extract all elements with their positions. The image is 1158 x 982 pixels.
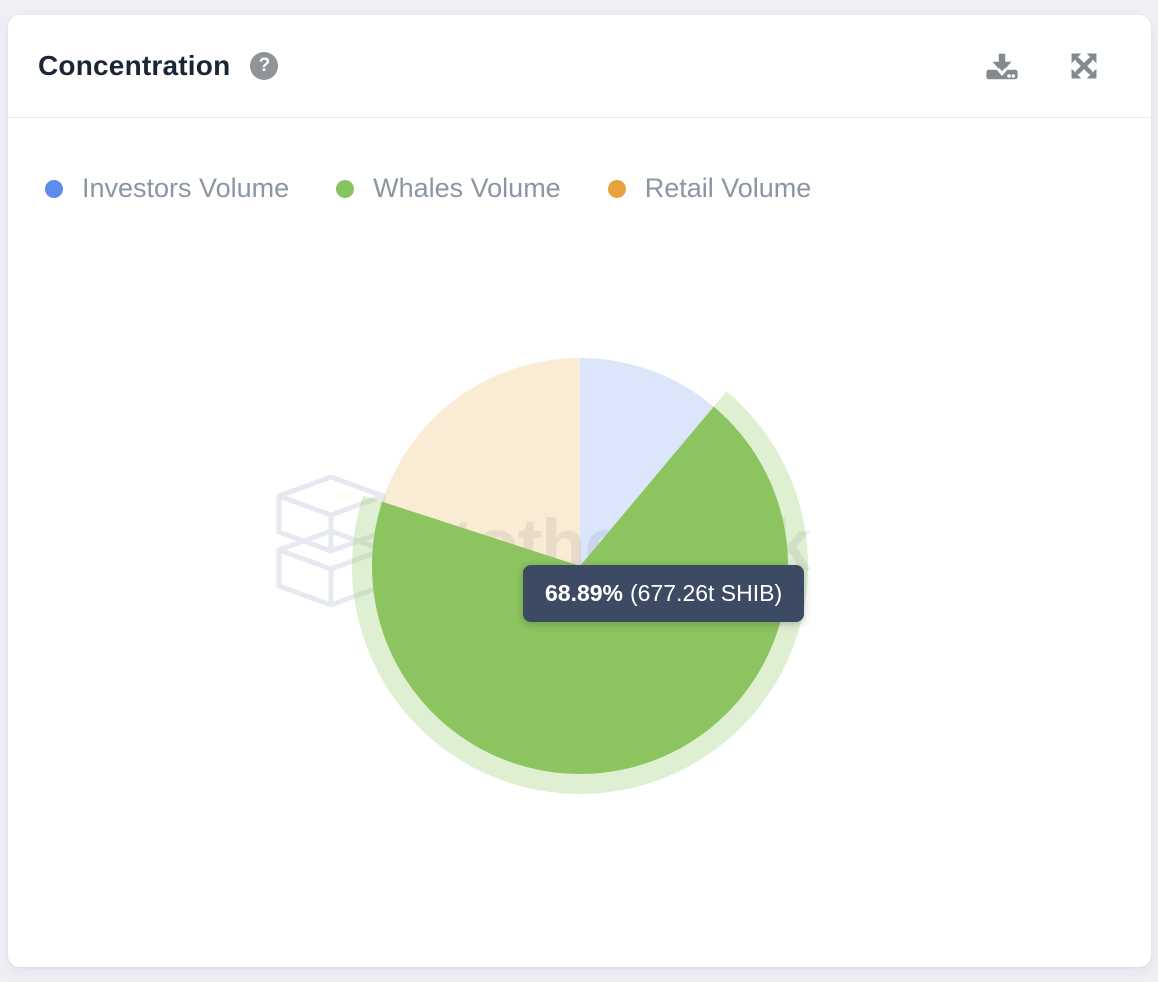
download-icon <box>985 49 1019 83</box>
pie-chart <box>8 118 1151 967</box>
header-actions <box>985 49 1101 83</box>
chart-area: intotheblock 68.89%(677.26t SHIB) <box>8 118 1151 967</box>
chart-tooltip: 68.89% (677.26t SHIB) <box>523 565 804 622</box>
page-title: Concentration <box>38 50 230 82</box>
expand-button[interactable] <box>1067 49 1101 83</box>
download-button[interactable] <box>985 49 1019 83</box>
help-icon[interactable]: ? <box>250 52 278 80</box>
concentration-card: Concentration ? <box>8 15 1151 967</box>
card-header: Concentration ? <box>8 15 1151 118</box>
tooltip-amount: (677.26t SHIB) <box>630 580 782 606</box>
tooltip-percent: 68.89% <box>545 580 623 606</box>
help-glyph: ? <box>259 55 271 76</box>
expand-arrows-icon <box>1068 50 1100 82</box>
